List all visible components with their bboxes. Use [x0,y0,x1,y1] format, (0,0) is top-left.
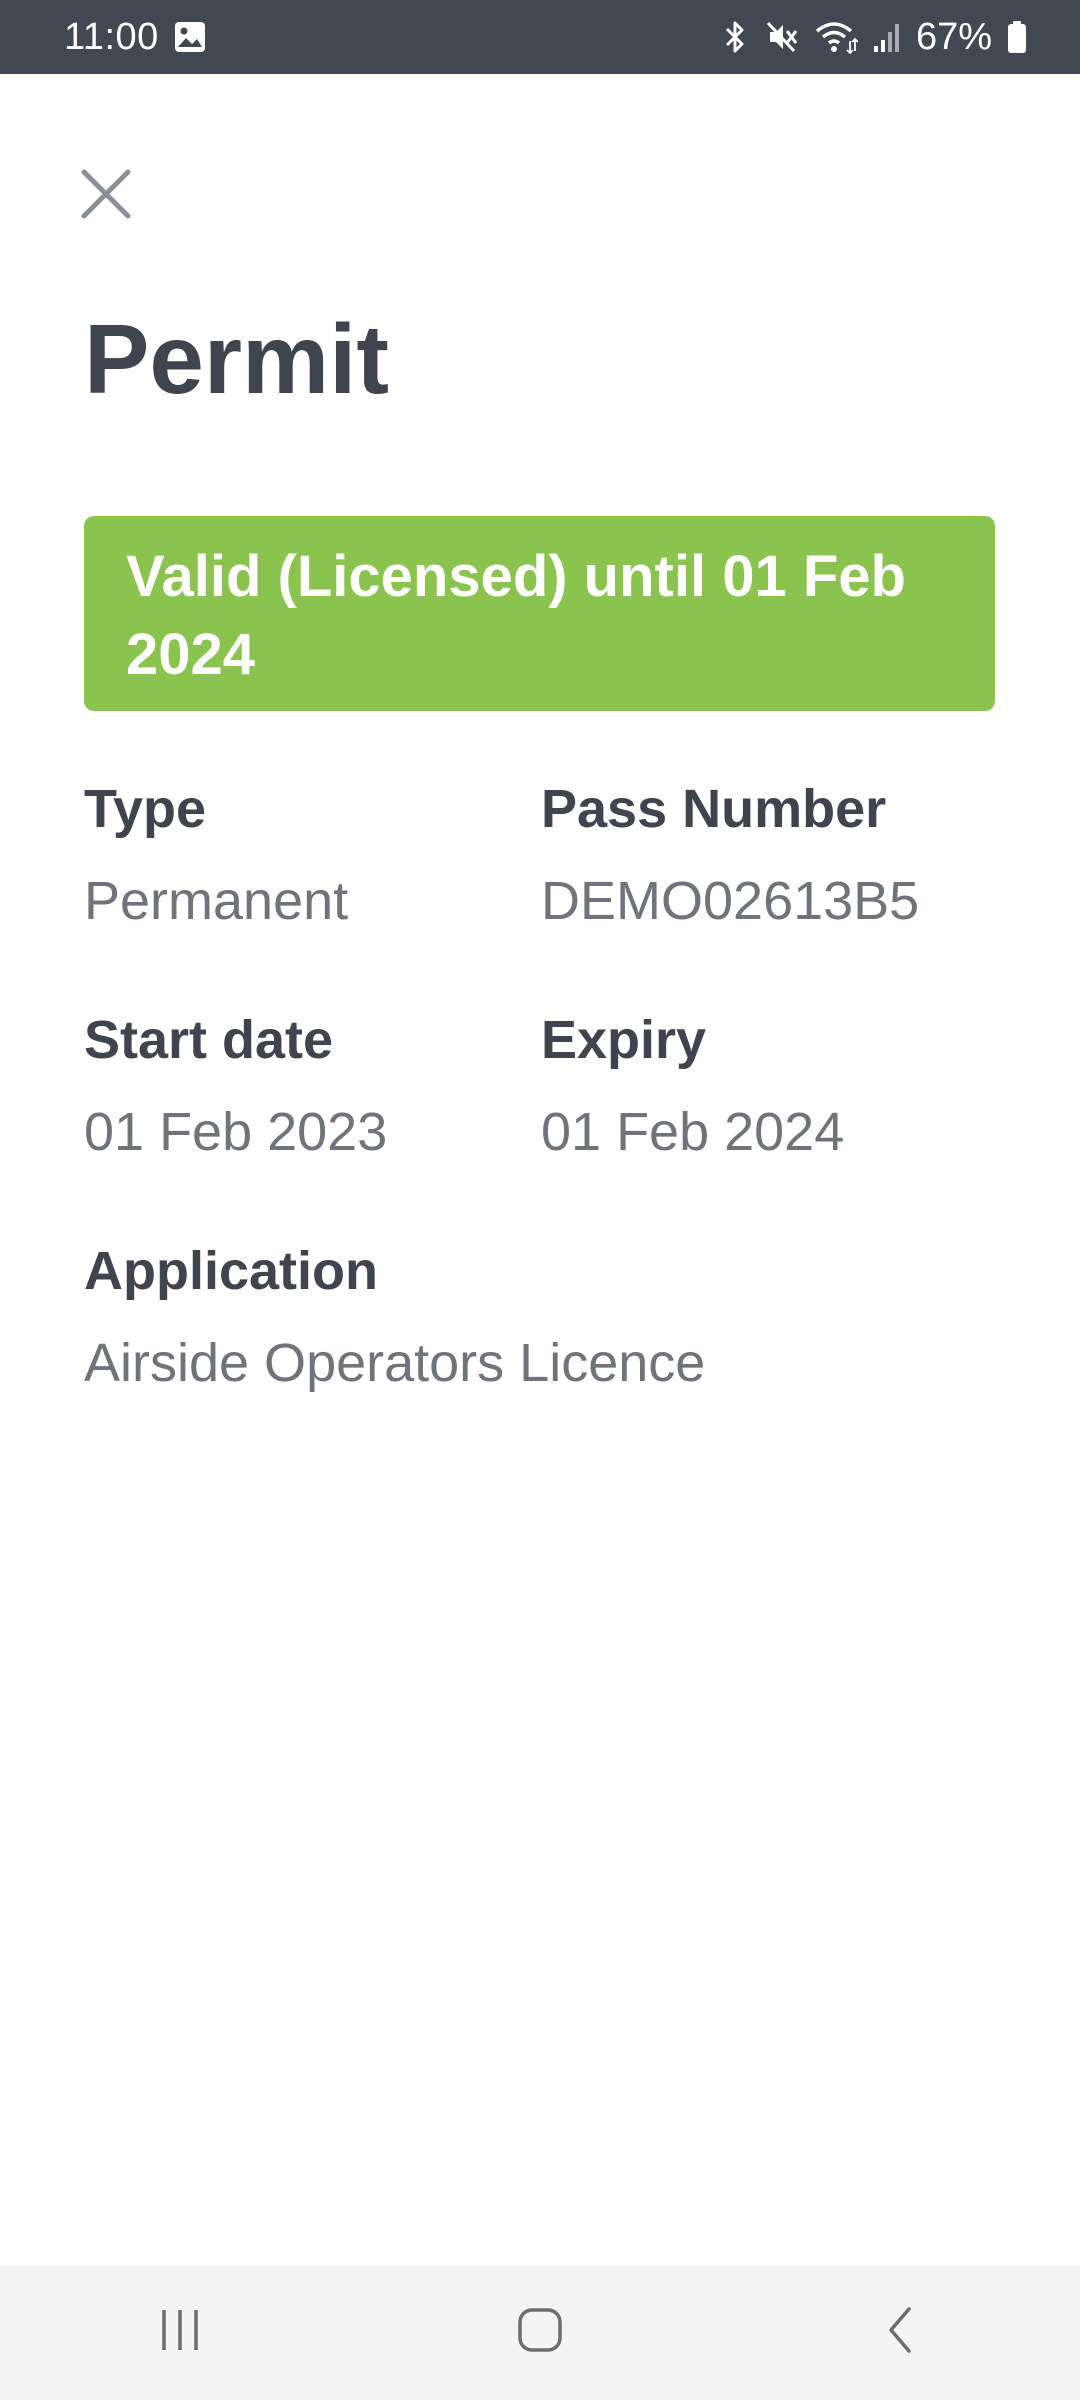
page-title: Permit [84,304,390,414]
status-bar-right: 67% [720,16,1028,59]
back-button[interactable] [840,2283,960,2383]
bluetooth-icon [720,19,750,55]
mute-icon [764,19,800,55]
type-label: Type [84,779,207,839]
status-time: 11:00 [64,15,159,58]
close-button[interactable] [76,166,136,226]
home-icon [516,2306,564,2359]
pass-number-label: Pass Number [541,779,887,839]
battery-percent: 67% [915,15,992,58]
status-bar: 11:00 67% [0,0,1080,74]
pass-number-field: Pass Number DEMO02613B5 [541,782,919,928]
status-banner-text: Valid (Licensed) until 01 Feb 2024 [126,544,906,687]
start-date-label: Start date [84,1010,334,1070]
wifi-icon [814,19,858,55]
signal-icon [872,20,902,54]
application-field: Application Airside Operators Licence [84,1244,705,1390]
pass-number-value: DEMO02613B5 [541,871,920,931]
application-value: Airside Operators Licence [84,1333,706,1393]
status-bar-left: 11:00 [64,16,207,59]
type-value: Permanent [84,871,349,931]
navigation-bar [0,2265,1080,2400]
battery-icon [1006,20,1028,54]
start-date-field: Start date 01 Feb 2023 [84,1013,387,1159]
home-button[interactable] [480,2283,600,2383]
gallery-icon [173,20,207,54]
type-field: Type Permanent [84,782,348,928]
back-icon [883,2305,917,2360]
expiry-field: Expiry 01 Feb 2024 [541,1013,844,1159]
expiry-value: 01 Feb 2024 [541,1102,845,1162]
recent-apps-icon [156,2308,204,2357]
close-icon [80,168,132,225]
start-date-value: 01 Feb 2023 [84,1102,388,1162]
status-banner: Valid (Licensed) until 01 Feb 2024 [84,516,995,711]
application-label: Application [84,1241,378,1301]
recent-apps-button[interactable] [120,2283,240,2383]
expiry-label: Expiry [541,1010,707,1070]
